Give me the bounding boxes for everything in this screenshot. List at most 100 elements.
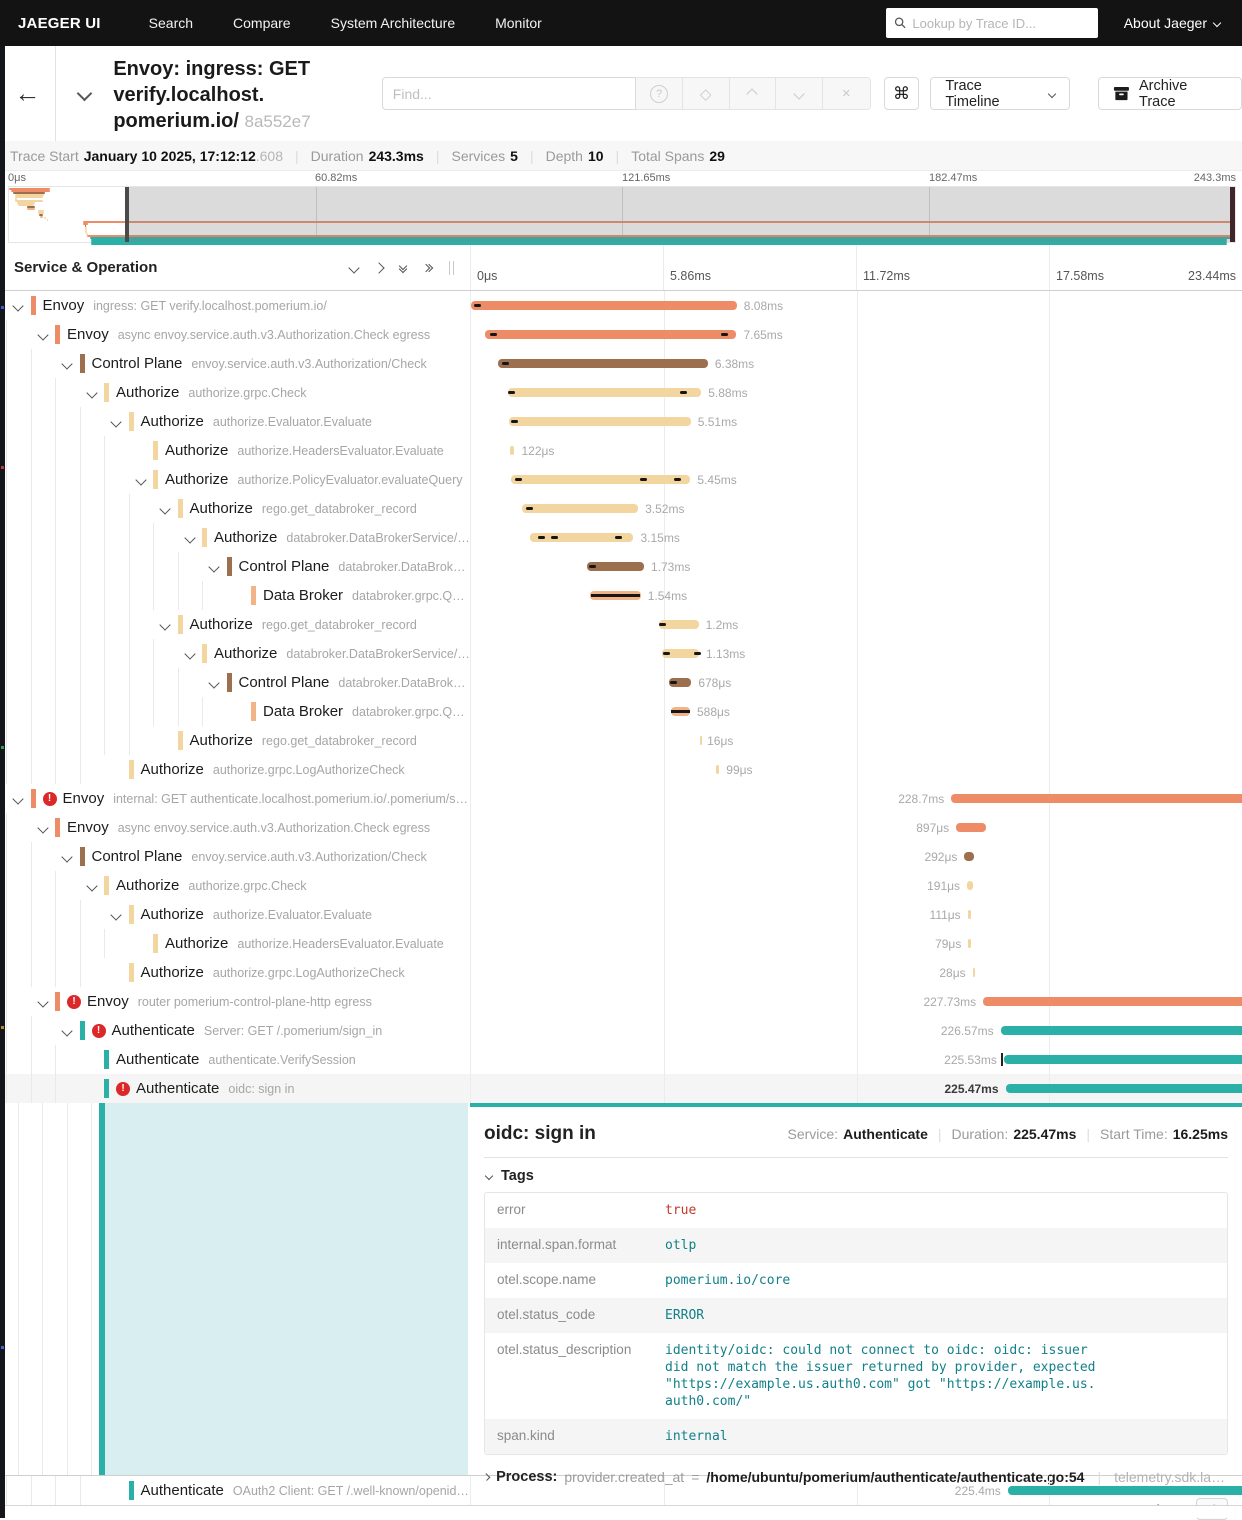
span-duration-bar[interactable]: [509, 417, 690, 426]
trace-minimap[interactable]: 0μs60.82ms121.65ms182.47ms243.3ms: [0, 171, 1242, 245]
span-expand-chevron-icon[interactable]: [37, 329, 48, 340]
span-expand-chevron-icon[interactable]: [111, 416, 122, 427]
span-row[interactable]: !AuthenticateServer: GET /.pomerium/sign…: [0, 1016, 1242, 1045]
about-jaeger-menu[interactable]: About Jaeger: [1124, 15, 1220, 31]
span-row[interactable]: Control Planeenvoy.service.auth.v3.Autho…: [0, 349, 1242, 378]
span-row[interactable]: Data Brokerdatabroker.grpc.Query588μs: [0, 697, 1242, 726]
span-duration-bar[interactable]: [967, 881, 973, 890]
span-row[interactable]: Authorizeauthorize.grpc.LogAuthorizeChec…: [0, 958, 1242, 987]
collapse-trace-header-button[interactable]: [56, 46, 114, 141]
span-row[interactable]: Authorizeauthorize.grpc.LogAuthorizeChec…: [0, 755, 1242, 784]
nav-item-search[interactable]: Search: [149, 15, 193, 31]
span-duration-bar[interactable]: [590, 591, 641, 600]
span-duration-bar[interactable]: [716, 765, 719, 774]
span-duration-bar[interactable]: [485, 330, 737, 339]
minimap-drag-handle[interactable]: [125, 187, 129, 242]
span-duration-bar[interactable]: [968, 910, 972, 919]
span-row[interactable]: Authorizeauthorize.HeadersEvaluator.Eval…: [0, 929, 1242, 958]
span-duration-bar[interactable]: [669, 678, 691, 687]
span-expand-chevron-icon[interactable]: [209, 677, 220, 688]
span-row[interactable]: Authorizeauthorize.Evaluator.Evaluate5.5…: [0, 407, 1242, 436]
find-help-button[interactable]: ?: [636, 78, 683, 109]
span-duration-bar[interactable]: [964, 852, 974, 861]
span-expand-chevron-icon[interactable]: [86, 387, 97, 398]
find-focus-button[interactable]: ◇: [683, 78, 730, 109]
minimap-overlay[interactable]: [127, 187, 1235, 242]
span-row[interactable]: Authorizeauthorize.Evaluator.Evaluate111…: [0, 900, 1242, 929]
span-duration-bar[interactable]: [659, 620, 698, 629]
find-box[interactable]: [382, 77, 636, 110]
keyboard-shortcuts-button[interactable]: ⌘: [884, 77, 920, 110]
find-clear-button[interactable]: ×: [823, 78, 870, 109]
tag-row[interactable]: otel.status_codeERROR: [485, 1298, 1227, 1333]
span-expand-chevron-icon[interactable]: [184, 532, 195, 543]
span-row[interactable]: Authorizeauthorize.grpc.Check5.88ms: [0, 378, 1242, 407]
span-expand-chevron-icon[interactable]: [13, 793, 24, 804]
span-expand-chevron-icon[interactable]: [62, 358, 73, 369]
span-row[interactable]: Envoyasync envoy.service.auth.v3.Authori…: [0, 320, 1242, 349]
span-expand-chevron-icon[interactable]: [62, 1025, 73, 1036]
span-expand-chevron-icon[interactable]: [13, 300, 24, 311]
find-input[interactable]: [393, 86, 625, 102]
span-row[interactable]: !Envoyrouter pomerium-control-plane-http…: [0, 987, 1242, 1016]
nav-item-monitor[interactable]: Monitor: [495, 15, 542, 31]
tag-row[interactable]: otel.scope.namepomerium.io/core: [485, 1263, 1227, 1298]
trace-lookup-input[interactable]: [912, 16, 1089, 31]
span-row[interactable]: Authorizedatabroker.DataBrokerService/Qu…: [0, 639, 1242, 668]
tag-row[interactable]: internal.span.formatotlp: [485, 1228, 1227, 1263]
span-duration-bar[interactable]: [1004, 1055, 1242, 1064]
span-expand-chevron-icon[interactable]: [135, 474, 146, 485]
span-duration-bar[interactable]: [530, 533, 634, 542]
span-row[interactable]: Authorizerego.get_databroker_record1.2ms: [0, 610, 1242, 639]
span-duration-bar[interactable]: [983, 997, 1242, 1006]
span-duration-bar[interactable]: [471, 301, 737, 310]
span-row[interactable]: Authorizerego.get_databroker_record3.52m…: [0, 494, 1242, 523]
span-duration-bar[interactable]: [510, 446, 514, 455]
span-duration-bar[interactable]: [671, 707, 690, 716]
tags-section-toggle[interactable]: Tags: [486, 1168, 1228, 1184]
span-duration-bar[interactable]: [498, 359, 708, 368]
trace-view-dropdown[interactable]: Trace Timeline: [930, 77, 1070, 110]
span-duration-bar[interactable]: [968, 939, 971, 948]
span-duration-bar[interactable]: [587, 562, 644, 571]
span-row[interactable]: Control Planedatabroker.DataBrokerSer...…: [0, 668, 1242, 697]
span-duration-bar[interactable]: [662, 649, 699, 658]
span-duration-bar[interactable]: [522, 504, 638, 513]
trace-lookup-box[interactable]: [886, 8, 1098, 38]
span-row[interactable]: Authorizeauthorize.grpc.Check191μs: [0, 871, 1242, 900]
span-expand-chevron-icon[interactable]: [37, 996, 48, 1007]
tag-row[interactable]: otel.status_descriptionidentity/oidc: co…: [485, 1333, 1227, 1419]
jaeger-logo[interactable]: JAEGER UI: [18, 15, 101, 32]
span-duration-bar[interactable]: [1001, 1026, 1242, 1035]
find-next-button[interactable]: [776, 78, 823, 109]
span-expand-chevron-icon[interactable]: [160, 619, 171, 630]
span-expand-chevron-icon[interactable]: [111, 909, 122, 920]
span-row[interactable]: !Authenticateoidc: sign in225.47ms: [0, 1074, 1242, 1103]
archive-trace-button[interactable]: Archive Trace: [1098, 77, 1242, 110]
span-row[interactable]: Envoyasync envoy.service.auth.v3.Authori…: [0, 813, 1242, 842]
span-row[interactable]: Authorizeauthorize.PolicyEvaluator.evalu…: [0, 465, 1242, 494]
find-prev-button[interactable]: [730, 78, 777, 109]
span-expand-chevron-icon[interactable]: [62, 851, 73, 862]
minimap-canvas[interactable]: [8, 186, 1236, 243]
expand-all-icon[interactable]: [423, 265, 432, 271]
back-button[interactable]: ←: [0, 46, 56, 141]
span-duration-bar[interactable]: [973, 968, 975, 977]
span-duration-bar[interactable]: [700, 736, 702, 745]
span-duration-bar[interactable]: [511, 475, 690, 484]
span-row[interactable]: Authenticateauthenticate.VerifySession22…: [0, 1045, 1242, 1074]
span-expand-chevron-icon[interactable]: [160, 503, 171, 514]
span-row[interactable]: Control Planeenvoy.service.auth.v3.Autho…: [0, 842, 1242, 871]
selected-span-fill[interactable]: [105, 1103, 468, 1475]
tag-row[interactable]: span.kindinternal: [485, 1419, 1227, 1454]
tag-row[interactable]: errortrue: [485, 1193, 1227, 1228]
span-duration-bar[interactable]: [956, 823, 986, 832]
collapse-all-icon[interactable]: [400, 263, 406, 272]
span-row[interactable]: Control Planedatabroker.DataBrokerSer...…: [0, 552, 1242, 581]
span-expand-chevron-icon[interactable]: [209, 561, 220, 572]
span-row[interactable]: Authorizeauthorize.HeadersEvaluator.Eval…: [0, 436, 1242, 465]
span-row[interactable]: Authorizerego.get_databroker_record16μs: [0, 726, 1242, 755]
span-duration-bar[interactable]: [951, 794, 1242, 803]
span-row[interactable]: Envoyingress: GET verify.localhost.pomer…: [0, 291, 1242, 320]
span-duration-bar[interactable]: [508, 388, 701, 397]
